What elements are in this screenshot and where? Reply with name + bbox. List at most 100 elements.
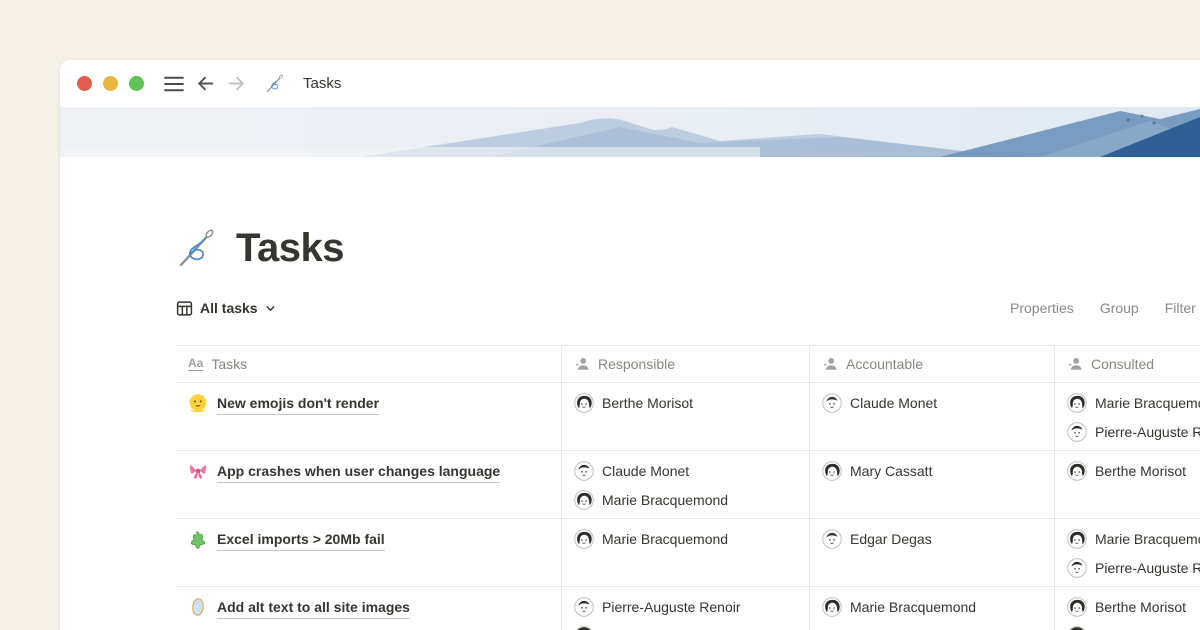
page-content: Tasks All tasks Properties Group Filter …: [60, 225, 1200, 630]
accountable-cell[interactable]: Marie Bracquemond: [810, 587, 1055, 630]
person-chip: [1067, 626, 1200, 630]
page-header: Tasks: [176, 225, 1200, 271]
person-chip: Marie Bracquemond: [822, 597, 1046, 617]
table-row: Add alt text to all site images Pierre-A…: [176, 587, 1200, 630]
person-name: Marie Bracquemond: [602, 531, 728, 547]
task-title-cell[interactable]: New emojis don't render: [176, 383, 562, 450]
close-window-button[interactable]: [77, 76, 92, 91]
person-name: Berthe Morisot: [602, 395, 693, 411]
person-avatar: [1067, 422, 1087, 442]
person-avatar: [1067, 558, 1087, 578]
consulted-cell[interactable]: Marie Bracquemond Pierre-Auguste Renoir: [1055, 519, 1200, 586]
person-chip: Berthe Morisot: [1067, 461, 1200, 481]
responsible-cell[interactable]: Marie Bracquemond: [562, 519, 810, 586]
back-arrow-icon[interactable]: [195, 73, 216, 94]
person-avatar: [574, 490, 594, 510]
person-avatar: [1067, 529, 1087, 549]
forward-arrow-icon[interactable]: [226, 73, 247, 94]
speckled-egg-emoji-icon: [188, 597, 208, 617]
consulted-cell[interactable]: Berthe Morisot: [1055, 587, 1200, 630]
person-name: Pierre-Auguste Renoir: [602, 599, 741, 615]
person-chip: Claude Monet: [822, 393, 1046, 413]
person-name: Edgar Degas: [850, 531, 932, 547]
column-header-tasks[interactable]: Aa Tasks: [176, 346, 562, 382]
table-view-icon: [176, 300, 193, 317]
person-chip: Claude Monet: [574, 461, 801, 481]
task-title-cell[interactable]: App crashes when user changes language: [176, 451, 562, 518]
person-icon: [1067, 356, 1083, 372]
task-title-link[interactable]: Add alt text to all site images: [217, 597, 410, 619]
person-chip: Marie Bracquemond: [1067, 393, 1200, 413]
column-label: Tasks: [211, 356, 247, 372]
accountable-cell[interactable]: Edgar Degas: [810, 519, 1055, 586]
person-avatar: [822, 597, 842, 617]
accountable-cell[interactable]: Mary Cassatt: [810, 451, 1055, 518]
task-title-cell[interactable]: Excel imports > 20Mb fail: [176, 519, 562, 586]
consulted-cell[interactable]: Berthe Morisot: [1055, 451, 1200, 518]
person-avatar: [822, 529, 842, 549]
person-name: Berthe Morisot: [1095, 463, 1186, 479]
person-avatar: [574, 597, 594, 617]
toolbar-actions: Properties Group Filter: [1010, 291, 1196, 325]
responsible-cell[interactable]: Pierre-Auguste Renoir: [562, 587, 810, 630]
view-selector-label: All tasks: [200, 300, 258, 316]
page-title[interactable]: Tasks: [236, 226, 344, 271]
responsible-cell[interactable]: Claude Monet Marie Bracquemond: [562, 451, 810, 518]
task-title-cell[interactable]: Add alt text to all site images: [176, 587, 562, 630]
person-avatar: [1067, 597, 1087, 617]
consulted-cell[interactable]: Marie Bracquemond Pierre-Auguste Renoir: [1055, 383, 1200, 450]
group-button[interactable]: Group: [1100, 300, 1139, 316]
column-header-accountable[interactable]: Accountable: [810, 346, 1055, 382]
task-title-link[interactable]: New emojis don't render: [217, 393, 379, 415]
person-icon: [574, 356, 590, 372]
person-avatar: [574, 529, 594, 549]
person-avatar: [822, 461, 842, 481]
column-label: Consulted: [1091, 356, 1154, 372]
table-row: Excel imports > 20Mb fail Marie Bracquem…: [176, 519, 1200, 587]
sidebar-menu-icon[interactable]: [163, 76, 185, 92]
chevron-down-icon: [265, 303, 276, 314]
person-chip: Edgar Degas: [822, 529, 1046, 549]
person-avatar: [822, 393, 842, 413]
task-title-link[interactable]: Excel imports > 20Mb fail: [217, 529, 385, 551]
person-chip: Berthe Morisot: [574, 393, 801, 413]
tasks-table: Aa Tasks Responsible Accountable Consult…: [176, 345, 1200, 630]
puzzle-piece-emoji-icon: [188, 529, 208, 549]
column-label: Responsible: [598, 356, 675, 372]
task-title-link[interactable]: App crashes when user changes language: [217, 461, 500, 483]
person-avatar: [574, 461, 594, 481]
person-name: Pierre-Auguste Renoir: [1095, 424, 1200, 440]
column-header-consulted[interactable]: Consulted: [1055, 346, 1200, 382]
person-avatar: [574, 626, 594, 630]
needle-and-thread-icon: [265, 73, 286, 94]
column-header-responsible[interactable]: Responsible: [562, 346, 810, 382]
needle-and-thread-icon[interactable]: [176, 226, 220, 270]
person-chip: Pierre-Auguste Renoir: [574, 597, 801, 617]
view-selector[interactable]: All tasks: [176, 300, 276, 317]
person-name: Pierre-Auguste Renoir: [1095, 560, 1200, 576]
person-chip: Pierre-Auguste Renoir: [1067, 422, 1200, 442]
person-chip: Marie Bracquemond: [574, 529, 801, 549]
view-toolbar: All tasks Properties Group Filter: [176, 291, 1200, 325]
properties-button[interactable]: Properties: [1010, 300, 1074, 316]
person-name: Berthe Morisot: [1095, 599, 1186, 615]
person-chip: Marie Bracquemond: [1067, 529, 1200, 549]
accountable-cell[interactable]: Claude Monet: [810, 383, 1055, 450]
breadcrumb[interactable]: Tasks: [303, 75, 341, 92]
person-name: Mary Cassatt: [850, 463, 932, 479]
person-chip: Marie Bracquemond: [574, 490, 801, 510]
table-row: New emojis don't render Berthe Morisot C…: [176, 383, 1200, 451]
person-name: Claude Monet: [850, 395, 937, 411]
page-cover-image: [60, 107, 1200, 157]
responsible-cell[interactable]: Berthe Morisot: [562, 383, 810, 450]
minimize-window-button[interactable]: [103, 76, 118, 91]
zoom-window-button[interactable]: [129, 76, 144, 91]
melting-face-emoji-icon: [188, 393, 208, 413]
person-chip: Mary Cassatt: [822, 461, 1046, 481]
person-name: Marie Bracquemond: [850, 599, 976, 615]
filter-button[interactable]: Filter: [1165, 300, 1196, 316]
table-row: App crashes when user changes language C…: [176, 451, 1200, 519]
column-label: Accountable: [846, 356, 923, 372]
ribbon-bow-emoji-icon: [188, 461, 208, 481]
window-titlebar: Tasks: [60, 60, 1200, 107]
